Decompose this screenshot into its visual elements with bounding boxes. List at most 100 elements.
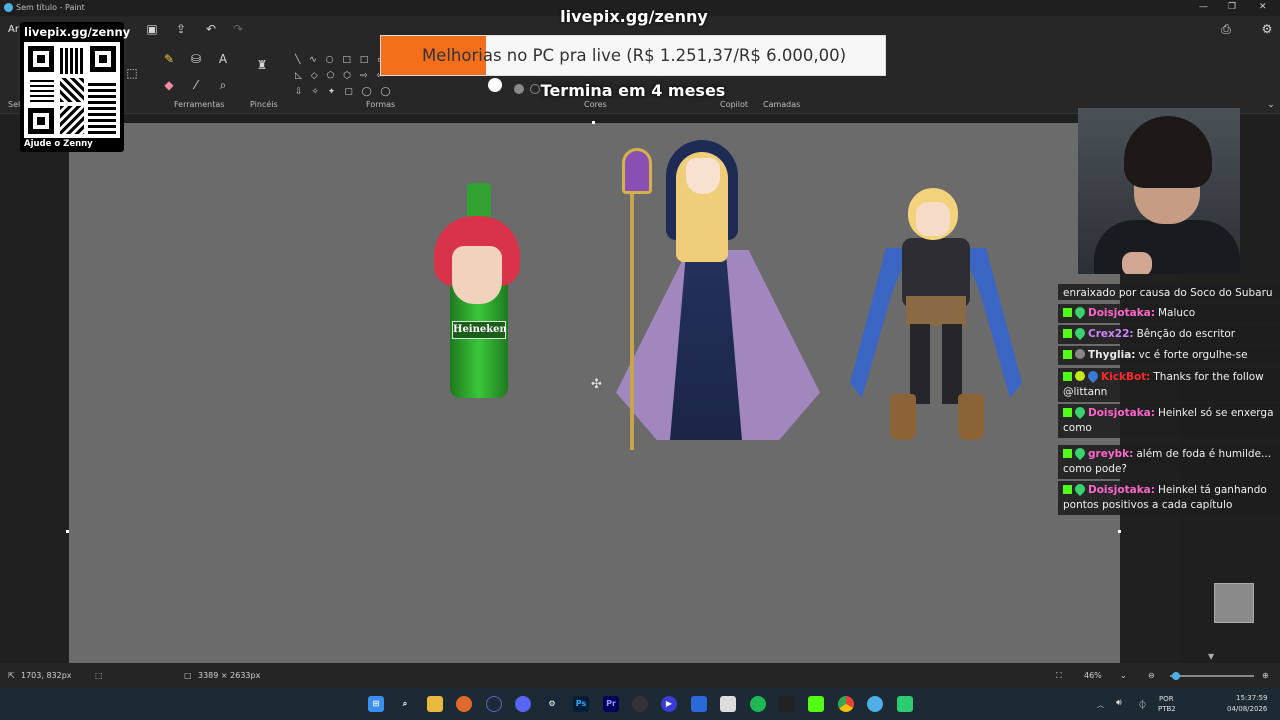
- text-icon[interactable]: A: [214, 50, 232, 68]
- goal-text: Melhorias no PC pra live (R$ 1.251,37/R$…: [421, 46, 847, 65]
- clock-time[interactable]: 15:37:59: [1236, 694, 1267, 702]
- photoshop-icon[interactable]: Ps: [573, 696, 589, 712]
- obs-icon[interactable]: [632, 696, 648, 712]
- app-icon[interactable]: [691, 696, 707, 712]
- keyboard-layout[interactable]: PTB2: [1158, 705, 1176, 713]
- tools-group-label: Ferramentas: [174, 100, 225, 109]
- app-icon[interactable]: [867, 696, 883, 712]
- zoom-level[interactable]: 46%: [1084, 671, 1102, 680]
- notification-icon[interactable]: ⎙: [1217, 20, 1235, 38]
- primary-color-swatch[interactable]: [488, 78, 502, 92]
- chat-username[interactable]: greybk:: [1088, 448, 1133, 460]
- character-boot-right: [958, 394, 984, 440]
- firefox-icon[interactable]: [456, 696, 472, 712]
- zoom-in-icon[interactable]: ⊕: [1262, 671, 1269, 680]
- file-explorer-icon[interactable]: [427, 696, 443, 712]
- magnifier-icon[interactable]: ⌕: [214, 76, 232, 94]
- settings-icon[interactable]: ⚙: [1258, 20, 1276, 38]
- status-bar: ⇱ 1703, 832px ⬚ ▢ 3389 × 2633px ⛶ 46% ⌄ …: [0, 663, 1280, 688]
- qr-code: [24, 42, 120, 138]
- canvas-size-icon: ▢: [184, 671, 192, 680]
- mic-icon[interactable]: ⏀: [1138, 698, 1147, 711]
- chat-username[interactable]: Doisjotaka:: [1088, 407, 1155, 419]
- chat-text: Bênção do escritor: [1136, 328, 1236, 340]
- image-select-icon[interactable]: ⬚: [123, 64, 141, 82]
- app-icon[interactable]: [750, 696, 766, 712]
- bot-badge-icon: [1072, 368, 1088, 384]
- chat-message: enraixado por causa do Soco do Subaru: [1058, 284, 1280, 300]
- paint-app-icon: [4, 3, 13, 12]
- resize-handle-top[interactable]: [592, 121, 595, 124]
- search-icon[interactable]: ⌕: [397, 696, 413, 712]
- resize-handle-left[interactable]: [66, 530, 69, 533]
- qr-finder: [28, 108, 54, 134]
- app-icon[interactable]: [779, 696, 795, 712]
- red-hair-character-head: [434, 216, 520, 306]
- chrome-icon[interactable]: [838, 696, 854, 712]
- chat-text: Maluco: [1157, 307, 1196, 319]
- tray-expand-icon[interactable]: ︿: [1097, 700, 1104, 710]
- speaker-icon[interactable]: 🔊︎: [1116, 698, 1122, 708]
- chat-username[interactable]: KickBot:: [1101, 371, 1150, 383]
- chat-username[interactable]: Crex22:: [1088, 328, 1134, 340]
- donation-goal-bar: Melhorias no PC pra live (R$ 1.251,37/R$…: [380, 35, 886, 76]
- media-player-icon[interactable]: ▶: [661, 696, 677, 712]
- scroll-down-icon[interactable]: ▼: [1208, 652, 1214, 661]
- undo-icon[interactable]: ↶: [202, 20, 220, 38]
- zoom-out-icon[interactable]: ⊖: [1148, 671, 1155, 680]
- clock-date[interactable]: 04/08/2026: [1227, 705, 1267, 713]
- input-language[interactable]: POR: [1159, 695, 1174, 703]
- layer-thumbnail[interactable]: [1214, 583, 1254, 623]
- chat-message: Crex22: Bênção do escritor: [1058, 325, 1280, 344]
- premiere-icon[interactable]: Pr: [603, 696, 619, 712]
- collapse-ribbon-icon[interactable]: ⌄: [1262, 96, 1280, 114]
- pencil-icon[interactable]: ✎: [160, 50, 178, 68]
- start-icon[interactable]: ⊞: [368, 696, 384, 712]
- qr-pattern: [60, 78, 84, 102]
- character-face: [916, 202, 950, 236]
- steam-icon[interactable]: ⚙: [544, 696, 560, 712]
- maximize-icon[interactable]: ❐: [1228, 2, 1236, 12]
- chat-username[interactable]: Doisjotaka:: [1088, 307, 1155, 319]
- app-icon[interactable]: [897, 696, 913, 712]
- qr-pattern: [88, 80, 116, 134]
- kick-badge-icon: [1063, 308, 1072, 317]
- kick-badge-icon: [1063, 372, 1072, 381]
- file-tab[interactable]: Ar: [8, 24, 19, 35]
- fit-window-icon[interactable]: ⛶: [1056, 671, 1062, 681]
- kick-icon[interactable]: [808, 696, 824, 712]
- resize-handle-right[interactable]: [1118, 530, 1121, 533]
- share-icon[interactable]: ⇪: [172, 20, 190, 38]
- close-icon[interactable]: ✕: [1259, 2, 1267, 12]
- shapes-group-label: Formas: [366, 100, 396, 109]
- webcam-body: [1094, 220, 1240, 274]
- heart-badge-icon: [1072, 481, 1088, 497]
- chat-message: Thyglia: vc é forte orgulhe-se: [1058, 346, 1280, 365]
- zoom-slider-thumb[interactable]: [1172, 672, 1180, 680]
- qr-header: livepix.gg/zenny: [24, 25, 131, 39]
- webcam-hand: [1122, 252, 1152, 274]
- nun-staff: [630, 150, 634, 450]
- chat-username[interactable]: Doisjotaka:: [1088, 484, 1155, 496]
- redo-icon[interactable]: ↷: [229, 20, 247, 38]
- kick-badge-icon: [1063, 408, 1072, 417]
- zoom-dropdown-icon[interactable]: ⌄: [1120, 671, 1127, 680]
- nun-character-image: [616, 140, 820, 456]
- brush-icon[interactable]: ♜: [253, 56, 271, 74]
- eraser-icon[interactable]: ◆: [160, 76, 178, 94]
- character-leg-left: [910, 324, 930, 404]
- zoom-slider[interactable]: [1170, 675, 1254, 677]
- save-icon[interactable]: ▣: [143, 20, 161, 38]
- discord-icon[interactable]: [515, 696, 531, 712]
- chat-username[interactable]: Thyglia:: [1088, 349, 1135, 361]
- canvas-size: 3389 × 2633px: [198, 671, 261, 680]
- paint-icon[interactable]: [720, 696, 736, 712]
- color-picker-icon[interactable]: ⁄: [187, 76, 205, 94]
- cursor-icon: ⇱: [8, 671, 15, 680]
- colors-group-label: Cores: [584, 100, 607, 109]
- minimize-icon[interactable]: —: [1199, 2, 1208, 12]
- webcam-hair: [1124, 116, 1212, 188]
- chat-text: enraixado por causa do Soco do Subaru: [1063, 287, 1273, 299]
- fill-icon[interactable]: ⛁: [187, 50, 205, 68]
- app-icon[interactable]: [486, 696, 502, 712]
